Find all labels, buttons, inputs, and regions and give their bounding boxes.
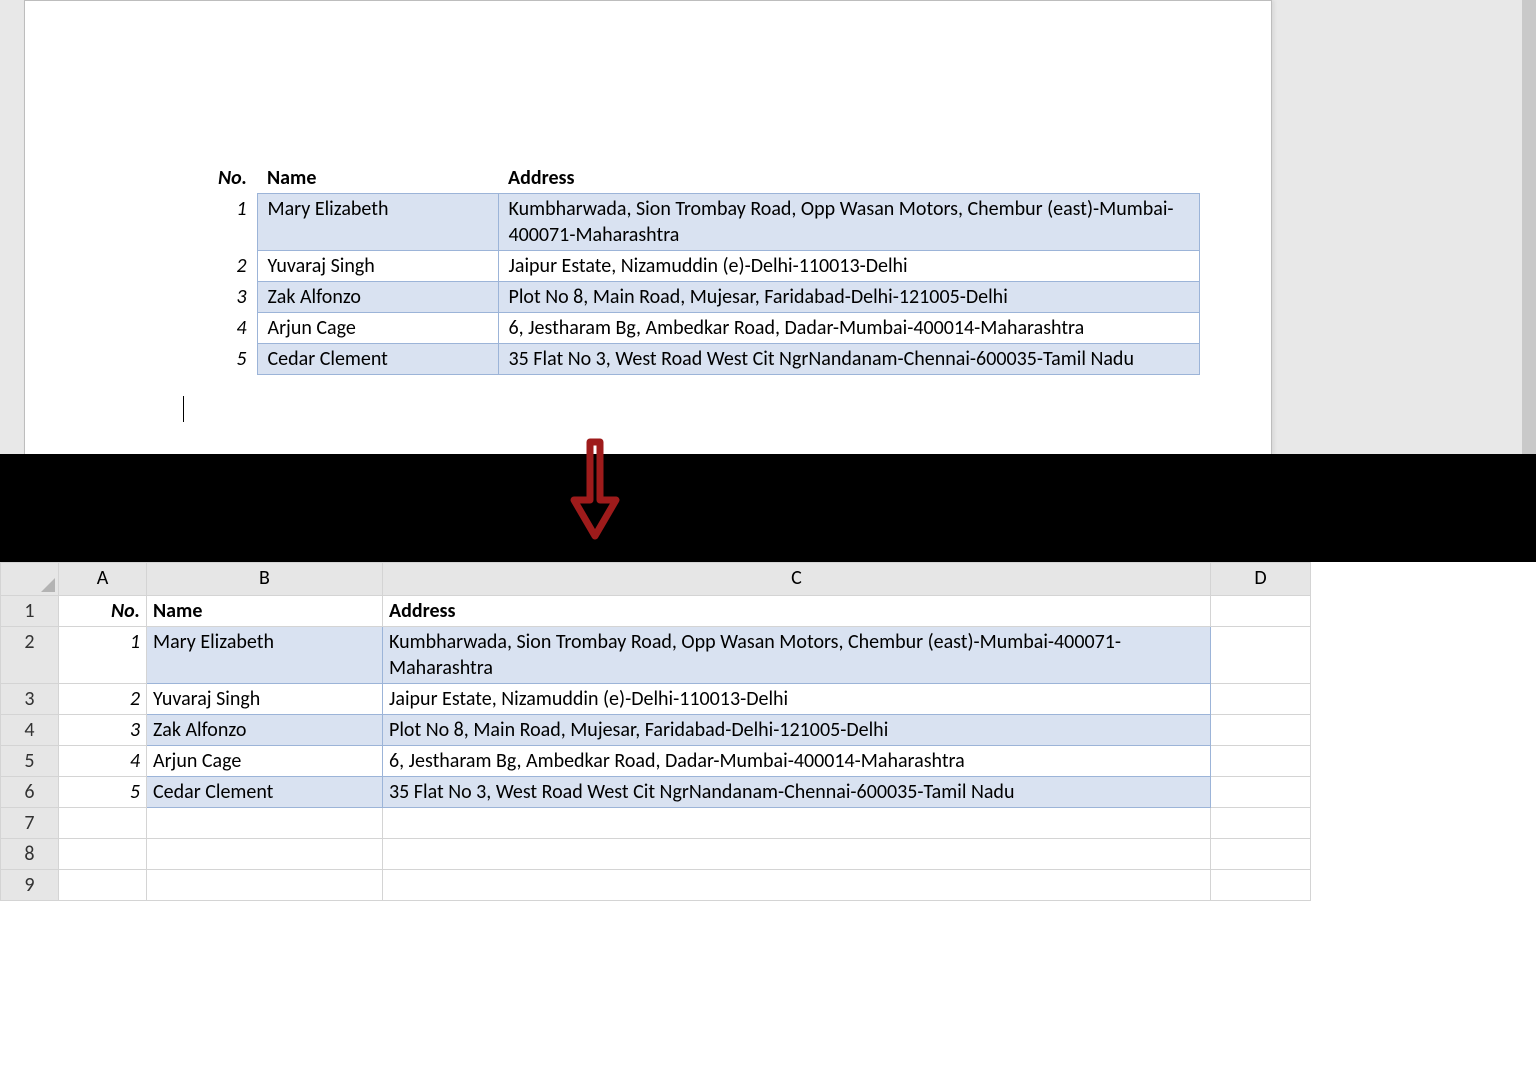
- table-header-row: No. Name Address: [185, 163, 1199, 194]
- cell-address[interactable]: Kumbharwada, Sion Trombay Road, Opp Wasa…: [498, 194, 1199, 251]
- column-header-row[interactable]: A B C D: [1, 563, 1311, 596]
- scrollbar-track[interactable]: [1522, 0, 1536, 454]
- cell-no[interactable]: 3: [185, 282, 257, 313]
- cell[interactable]: Address: [383, 596, 1211, 627]
- excel-row[interactable]: 1 No. Name Address: [1, 596, 1311, 627]
- cell[interactable]: Zak Alfonzo: [147, 715, 383, 746]
- excel-row[interactable]: 8: [1, 839, 1311, 870]
- text-cursor: [183, 396, 184, 422]
- table-row[interactable]: 4 Arjun Cage 6, Jestharam Bg, Ambedkar R…: [185, 313, 1199, 344]
- cell-address[interactable]: Plot No 8, Main Road, Mujesar, Faridabad…: [498, 282, 1199, 313]
- cell[interactable]: [1211, 808, 1311, 839]
- row-header[interactable]: 8: [1, 839, 59, 870]
- cell[interactable]: [383, 808, 1211, 839]
- cell-address[interactable]: 35 Flat No 3, West Road West Cit NgrNand…: [498, 344, 1199, 375]
- cell[interactable]: [1211, 684, 1311, 715]
- cell-address[interactable]: 6, Jestharam Bg, Ambedkar Road, Dadar-Mu…: [498, 313, 1199, 344]
- cell[interactable]: Mary Elizabeth: [147, 627, 383, 684]
- cell[interactable]: Cedar Clement: [147, 777, 383, 808]
- select-all-corner[interactable]: [1, 563, 59, 596]
- excel-region: A B C D 1 No. Name Address 2 1 Mary Eliz…: [0, 562, 1536, 1067]
- cell[interactable]: [1211, 627, 1311, 684]
- row-header[interactable]: 9: [1, 870, 59, 901]
- cell[interactable]: Yuvaraj Singh: [147, 684, 383, 715]
- cell[interactable]: [383, 870, 1211, 901]
- cell-address[interactable]: Jaipur Estate, Nizamuddin (e)-Delhi-1100…: [498, 251, 1199, 282]
- column-header-A[interactable]: A: [59, 563, 147, 596]
- excel-row[interactable]: 6 5 Cedar Clement 35 Flat No 3, West Roa…: [1, 777, 1311, 808]
- row-header[interactable]: 3: [1, 684, 59, 715]
- cell-name[interactable]: Arjun Cage: [257, 313, 498, 344]
- cell[interactable]: Arjun Cage: [147, 746, 383, 777]
- header-address: Address: [498, 163, 1199, 194]
- cell-no[interactable]: 4: [185, 313, 257, 344]
- word-page-region: No. Name Address 1 Mary Elizabeth Kumbha…: [0, 0, 1536, 454]
- cell[interactable]: [1211, 746, 1311, 777]
- cell-no[interactable]: 5: [185, 344, 257, 375]
- excel-row[interactable]: 9: [1, 870, 1311, 901]
- cell[interactable]: [59, 808, 147, 839]
- cell[interactable]: Kumbharwada, Sion Trombay Road, Opp Wasa…: [383, 627, 1211, 684]
- excel-grid[interactable]: A B C D 1 No. Name Address 2 1 Mary Eliz…: [0, 562, 1311, 901]
- cell[interactable]: [1211, 596, 1311, 627]
- header-no: No.: [185, 163, 257, 194]
- cell[interactable]: [1211, 777, 1311, 808]
- cell[interactable]: [1211, 839, 1311, 870]
- cell[interactable]: 6, Jestharam Bg, Ambedkar Road, Dadar-Mu…: [383, 746, 1211, 777]
- row-header[interactable]: 1: [1, 596, 59, 627]
- cell[interactable]: [59, 870, 147, 901]
- cell[interactable]: [59, 839, 147, 870]
- column-header-B[interactable]: B: [147, 563, 383, 596]
- cell[interactable]: 3: [59, 715, 147, 746]
- column-header-D[interactable]: D: [1211, 563, 1311, 596]
- row-header[interactable]: 7: [1, 808, 59, 839]
- cell[interactable]: No.: [59, 596, 147, 627]
- excel-row[interactable]: 2 1 Mary Elizabeth Kumbharwada, Sion Tro…: [1, 627, 1311, 684]
- cell-no[interactable]: 1: [185, 194, 257, 251]
- excel-row[interactable]: 7: [1, 808, 1311, 839]
- cell[interactable]: [147, 870, 383, 901]
- cell[interactable]: 5: [59, 777, 147, 808]
- row-header[interactable]: 5: [1, 746, 59, 777]
- cell-no[interactable]: 2: [185, 251, 257, 282]
- word-page[interactable]: No. Name Address 1 Mary Elizabeth Kumbha…: [24, 0, 1272, 456]
- table-row[interactable]: 2 Yuvaraj Singh Jaipur Estate, Nizamuddi…: [185, 251, 1199, 282]
- cell-name[interactable]: Cedar Clement: [257, 344, 498, 375]
- cell[interactable]: [383, 839, 1211, 870]
- word-table[interactable]: No. Name Address 1 Mary Elizabeth Kumbha…: [185, 163, 1200, 375]
- row-header[interactable]: 6: [1, 777, 59, 808]
- cell[interactable]: [147, 808, 383, 839]
- cell[interactable]: [1211, 870, 1311, 901]
- excel-row[interactable]: 4 3 Zak Alfonzo Plot No 8, Main Road, Mu…: [1, 715, 1311, 746]
- cell[interactable]: 1: [59, 627, 147, 684]
- row-header[interactable]: 4: [1, 715, 59, 746]
- cell[interactable]: [147, 839, 383, 870]
- cell[interactable]: Jaipur Estate, Nizamuddin (e)-Delhi-1100…: [383, 684, 1211, 715]
- column-header-C[interactable]: C: [383, 563, 1211, 596]
- header-name: Name: [257, 163, 498, 194]
- cell-name[interactable]: Yuvaraj Singh: [257, 251, 498, 282]
- excel-row[interactable]: 3 2 Yuvaraj Singh Jaipur Estate, Nizamud…: [1, 684, 1311, 715]
- cell[interactable]: 4: [59, 746, 147, 777]
- cell[interactable]: 2: [59, 684, 147, 715]
- cell[interactable]: Plot No 8, Main Road, Mujesar, Faridabad…: [383, 715, 1211, 746]
- table-row[interactable]: 3 Zak Alfonzo Plot No 8, Main Road, Muje…: [185, 282, 1199, 313]
- row-header[interactable]: 2: [1, 627, 59, 684]
- cell[interactable]: [1211, 715, 1311, 746]
- table-row[interactable]: 5 Cedar Clement 35 Flat No 3, West Road …: [185, 344, 1199, 375]
- cell-name[interactable]: Mary Elizabeth: [257, 194, 498, 251]
- cell-name[interactable]: Zak Alfonzo: [257, 282, 498, 313]
- cell[interactable]: Name: [147, 596, 383, 627]
- divider-band: [0, 454, 1536, 562]
- table-row[interactable]: 1 Mary Elizabeth Kumbharwada, Sion Tromb…: [185, 194, 1199, 251]
- excel-row[interactable]: 5 4 Arjun Cage 6, Jestharam Bg, Ambedkar…: [1, 746, 1311, 777]
- cell[interactable]: 35 Flat No 3, West Road West Cit NgrNand…: [383, 777, 1211, 808]
- down-arrow-icon: [564, 438, 626, 542]
